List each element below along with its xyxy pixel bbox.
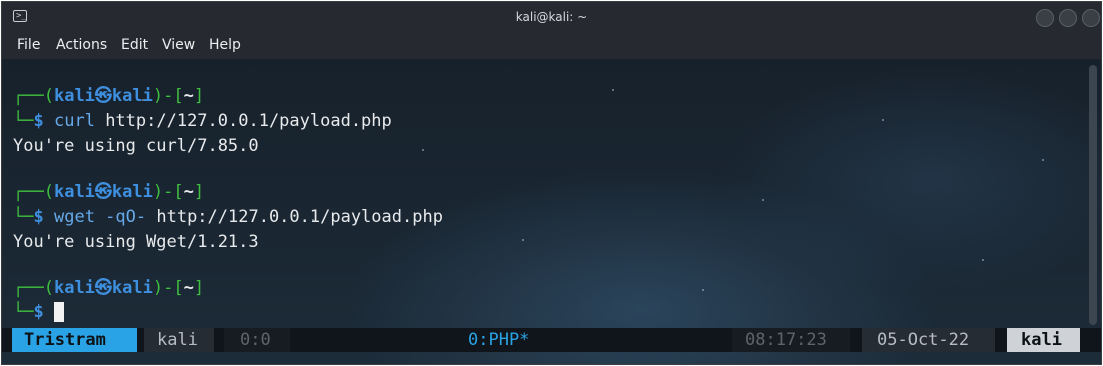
- scrollbar[interactable]: [1089, 65, 1097, 325]
- command-line: └─$ curl http://127.0.0.1/payload.php: [13, 111, 392, 131]
- status-date: 05-Oct-22: [862, 328, 995, 352]
- menu-view[interactable]: View: [162, 37, 195, 53]
- status-pane: 0:0: [224, 328, 290, 352]
- prompt-line: ┌──(kali㉿kali)-[~]: [13, 278, 205, 298]
- menu-actions[interactable]: Actions: [56, 37, 107, 53]
- command-output: You're using curl/7.85.0: [13, 136, 259, 156]
- command-line: └─$ wget -qO- http://127.0.0.1/payload.p…: [13, 207, 443, 227]
- menu-edit[interactable]: Edit: [121, 37, 148, 53]
- menu-file[interactable]: File: [17, 37, 40, 53]
- tmux-status-bar: Tristram kali 0:0 0:PHP* 08:17:23 05-Oct…: [2, 328, 1101, 352]
- maximize-button[interactable]: [1059, 9, 1077, 27]
- terminal-output[interactable]: ┌──(kali㉿kali)-[~] └─$ curl http://127.0…: [2, 59, 1101, 364]
- status-user: kali: [144, 328, 214, 352]
- window-title: kali@kali: ~: [515, 10, 588, 24]
- menu-help[interactable]: Help: [209, 37, 241, 53]
- prompt-line: ┌──(kali㉿kali)-[~]: [13, 182, 205, 202]
- minimize-button[interactable]: [1036, 9, 1054, 27]
- input-line[interactable]: └─$: [13, 302, 64, 322]
- prompt-line: ┌──(kali㉿kali)-[~]: [13, 86, 205, 106]
- status-time: 08:17:23: [732, 328, 850, 352]
- status-window[interactable]: 0:PHP*: [468, 328, 529, 352]
- status-host: kali: [1007, 328, 1080, 352]
- status-session: Tristram: [12, 328, 137, 352]
- text-cursor: [53, 302, 64, 322]
- title-bar: >_ kali@kali: ~: [2, 2, 1101, 33]
- terminal-window: >_ kali@kali: ~ File Actions Edit View H…: [1, 1, 1102, 365]
- close-button[interactable]: [1082, 9, 1100, 27]
- menu-bar: File Actions Edit View Help: [2, 33, 1101, 59]
- command-output: You're using Wget/1.21.3: [13, 232, 259, 252]
